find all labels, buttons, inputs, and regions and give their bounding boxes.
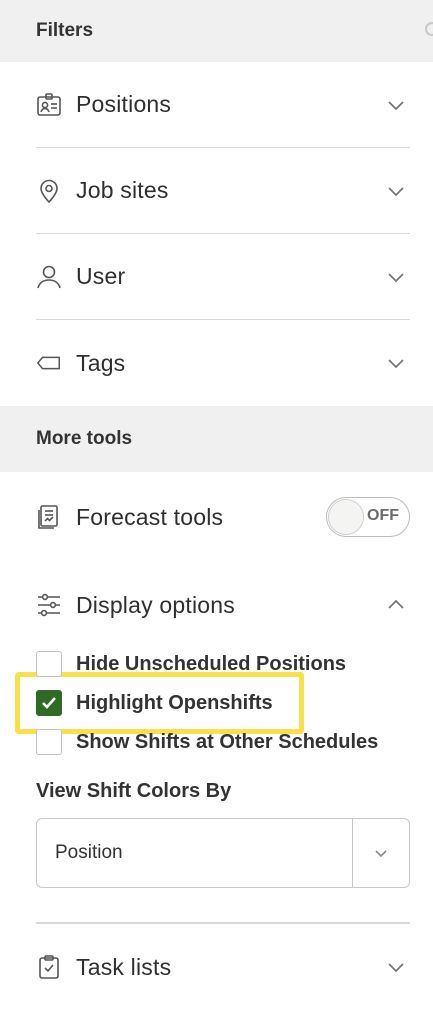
filter-tags-label: Tags <box>76 349 126 376</box>
shift-colors-value: Position <box>55 842 123 863</box>
filter-user[interactable]: User <box>36 234 410 320</box>
filter-job-sites-label: Job sites <box>76 177 169 203</box>
toggle-knob <box>328 499 364 535</box>
filters-header-label: Filters <box>36 20 94 41</box>
user-icon <box>36 264 62 290</box>
option-hide-unscheduled[interactable]: Hide Unscheduled Positions <box>36 651 346 677</box>
checkbox-hide-unscheduled[interactable] <box>36 651 62 677</box>
clipboard-check-icon <box>36 954 62 980</box>
more-tools-header-label: More tools <box>36 428 133 449</box>
filter-positions-label: Positions <box>76 91 172 117</box>
task-lists-label: Task lists <box>76 953 172 980</box>
display-options-row[interactable]: Display options <box>36 562 410 648</box>
chevron-down-icon <box>386 353 406 373</box>
map-pin-icon <box>36 178 62 204</box>
toggle-state-text: OFF <box>367 507 399 524</box>
filter-positions[interactable]: Positions <box>36 62 410 148</box>
chevron-down-icon <box>386 267 406 287</box>
task-lists-row[interactable]: Task lists <box>36 924 410 1010</box>
display-options-label: Display options <box>76 591 235 618</box>
option-highlight-openshifts[interactable]: Highlight Openshifts <box>36 690 273 716</box>
tag-icon <box>36 350 62 376</box>
shift-colors-select[interactable]: Position <box>36 818 410 888</box>
view-shift-colors-label: View Shift Colors By <box>36 780 232 802</box>
chevron-down-icon <box>386 957 406 977</box>
forecast-tools-label: Forecast tools <box>76 503 224 530</box>
forecast-report-icon <box>36 504 62 530</box>
option-highlight-openshifts-label: Highlight Openshifts <box>76 691 273 714</box>
filter-job-sites[interactable]: Job sites <box>36 148 410 234</box>
filter-user-label: User <box>76 263 126 289</box>
chevron-down-icon <box>386 181 406 201</box>
more-tools-header: More tools <box>0 406 433 472</box>
chevron-down-icon <box>353 849 409 858</box>
checkbox-show-other-schedules[interactable] <box>36 729 62 755</box>
checkmark-icon <box>42 697 56 709</box>
checkbox-highlight-openshifts[interactable] <box>36 690 62 716</box>
option-hide-unscheduled-label: Hide Unscheduled Positions <box>76 652 347 675</box>
filters-header: Filters <box>0 0 433 62</box>
panel-handle-icon <box>425 22 433 36</box>
forecast-tools-row: Forecast tools OFF <box>36 474 410 560</box>
option-show-other-schedules-label: Show Shifts at Other Schedules <box>76 730 379 753</box>
id-badge-icon <box>36 92 62 118</box>
option-show-other-schedules[interactable]: Show Shifts at Other Schedules <box>36 729 378 755</box>
chevron-up-icon <box>386 595 406 615</box>
chevron-down-icon <box>386 95 406 115</box>
forecast-tools-toggle[interactable]: OFF <box>326 497 410 537</box>
filter-tags[interactable]: Tags <box>36 320 410 406</box>
sliders-icon <box>36 592 62 618</box>
